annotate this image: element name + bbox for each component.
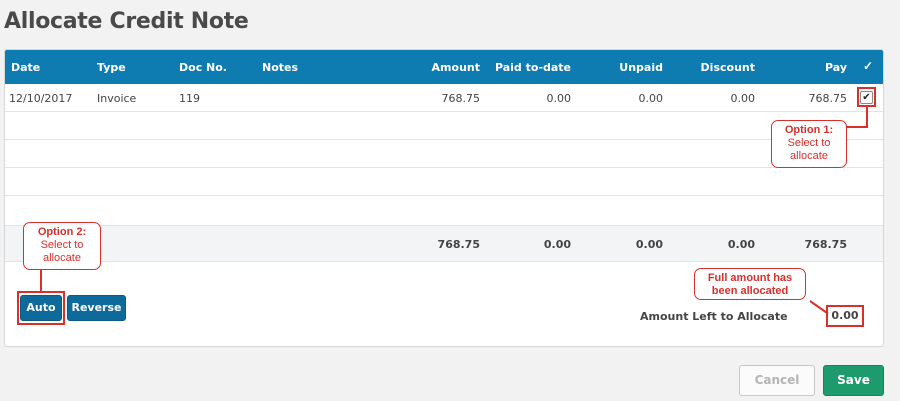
header-discount[interactable]: Discount [675,61,755,74]
cell-discount: 0.00 [730,92,756,105]
total-paid-to-date: 0.00 [543,238,571,251]
allocation-panel: Date Type Doc No. Notes Amount Paid to-d… [4,49,884,347]
table-row-empty [5,168,883,196]
total-discount: 0.00 [727,238,755,251]
cell-date: 12/10/2017 [9,92,73,105]
table-row-empty [5,140,883,168]
option2-title: Option 2: [37,226,87,238]
option2-line1: Select to [40,239,84,251]
header-doc-no[interactable]: Doc No. [179,61,227,74]
option1-callout: Option 1: Select to allocate [771,120,847,168]
auto-button[interactable]: Auto [20,295,62,321]
cell-paid-to-date: 0.00 [546,92,572,105]
option1-line2: allocate [790,150,828,162]
total-amount: 768.75 [437,238,480,251]
full-line2: been allocated [711,285,789,297]
total-pay: 768.75 [804,238,847,251]
totals-row: 768.75 0.00 0.00 0.00 768.75 [5,226,883,262]
cell-doc-no: 119 [179,92,200,105]
table-row: 12/10/2017 Invoice 119 768.75 0.00 0.00 … [5,84,883,112]
header-date[interactable]: Date [11,61,40,74]
header-notes[interactable]: Notes [262,61,298,74]
option1-title: Option 1: [784,124,834,136]
option1-connector [846,126,868,128]
full-line1: Full amount has [707,272,793,284]
header-pay[interactable]: Pay [795,61,847,74]
cell-type: Invoice [97,92,137,105]
total-unpaid: 0.00 [635,238,663,251]
table-row-empty [5,196,883,226]
cell-unpaid: 0.00 [638,92,664,105]
table-header: Date Type Doc No. Notes Amount Paid to-d… [5,50,883,84]
option1-connector [866,107,868,127]
option2-line2: allocate [43,252,81,264]
amount-left-value: 0.00 [826,305,864,327]
page-title: Allocate Credit Note [4,9,249,34]
amount-left-label: Amount Left to Allocate [640,310,788,323]
option2-connector [40,270,42,292]
save-button[interactable]: Save [823,365,884,396]
cell-amount: 768.75 [441,92,481,105]
table-row-empty [5,112,883,140]
header-unpaid[interactable]: Unpaid [585,61,663,74]
cell-pay[interactable]: 768.75 [795,92,848,105]
select-all-check-icon[interactable]: ✓ [863,59,873,73]
header-amount[interactable]: Amount [405,61,480,74]
reverse-button[interactable]: Reverse [67,295,126,321]
header-paid-to-date[interactable]: Paid to-date [485,61,571,74]
option2-callout: Option 2: Select to allocate [23,222,101,270]
cancel-button[interactable]: Cancel [739,365,815,396]
checkbox-highlight [857,87,876,107]
full-amount-callout: Full amount has been allocated [694,268,806,300]
header-type[interactable]: Type [97,61,126,74]
option1-line1: Select to [787,137,831,149]
